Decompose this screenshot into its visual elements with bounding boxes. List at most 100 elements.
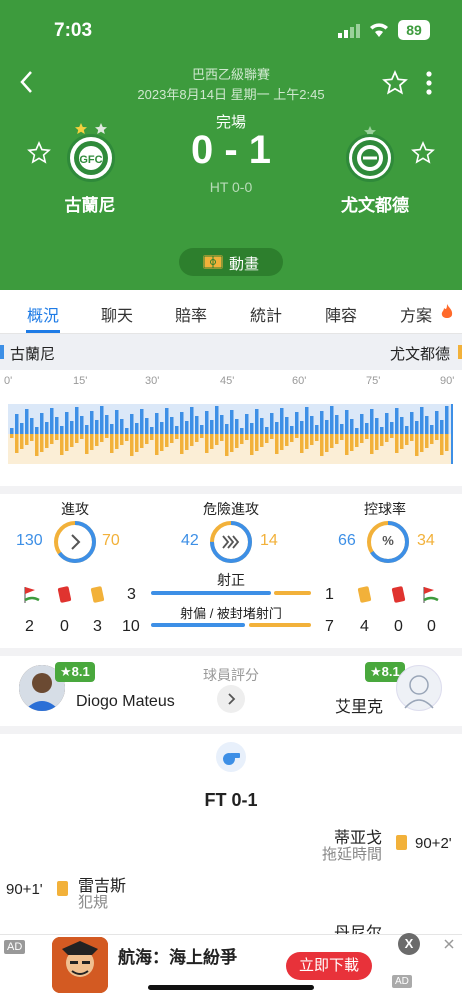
momentum-bar (400, 434, 404, 449)
momentum-bar (185, 421, 189, 434)
momentum-bar (135, 434, 139, 452)
momentum-bar (230, 410, 234, 434)
final-score-marker: FT 0-1 (204, 790, 258, 810)
more-menu-icon[interactable] (424, 70, 434, 96)
momentum-bar (95, 434, 99, 446)
momentum-bar (115, 410, 119, 434)
shots-off-home: 10 (122, 618, 140, 635)
momentum-bar (280, 434, 284, 450)
stats-card: 進攻 危險進攻 控球率 130 70 42 14 66 % 34 3 射正 1 … (0, 494, 462, 648)
momentum-bar (65, 412, 69, 434)
animation-button[interactable]: 動畫 (179, 248, 283, 276)
home-team-name[interactable]: 古蘭尼 (40, 191, 140, 216)
momentum-bar (130, 434, 134, 456)
away-team-name[interactable]: 尤文都德 (320, 191, 430, 216)
momentum-bar (40, 434, 44, 452)
away-team-logo[interactable] (346, 134, 394, 182)
momentum-bar (225, 424, 229, 434)
momentum-bar (275, 434, 279, 454)
player-rating-card[interactable]: ★8.1 Diogo Mateus 球員評分 艾里克 ★8.1 (0, 656, 462, 726)
ad-app-icon[interactable] (52, 937, 108, 993)
momentum-bar (425, 416, 429, 434)
ad-download-button[interactable]: 立即下載 (286, 952, 372, 980)
momentum-bar (255, 434, 259, 451)
event-detail: 拖延時間 (321, 846, 382, 863)
momentum-bar (250, 423, 254, 434)
momentum-bar (35, 434, 39, 456)
home-follow-star-icon[interactable] (27, 141, 51, 165)
momentum-bar (405, 434, 409, 445)
momentum-bar (220, 415, 224, 434)
momentum-bar (50, 434, 54, 444)
momentum-bar (410, 412, 414, 434)
momentum-bar (395, 408, 399, 434)
momentum-bar (380, 434, 384, 446)
away-corners: 0 (427, 618, 436, 635)
momentum-bar (260, 418, 264, 434)
ad-tag: AD (4, 940, 26, 954)
momentum-bar (205, 411, 209, 434)
shots-on-target-label: 射正 (217, 572, 245, 588)
away-player-avatar (396, 665, 442, 711)
tab-lineup[interactable]: 陣容 (325, 302, 357, 326)
minute-tick: 45' (220, 375, 235, 387)
attack-label: 進攻 (61, 501, 89, 517)
tab-bar: 概況 聊天 賠率 統計 陣容 方案 (0, 290, 462, 334)
momentum-bar (275, 422, 279, 434)
away-player-name[interactable]: 艾里克 (335, 693, 383, 717)
momentum-bar (315, 425, 319, 434)
momentum-bar (435, 434, 439, 440)
yellow-card-icon (357, 586, 372, 603)
momentum-bar (400, 417, 404, 434)
minute-tick: 60' (292, 375, 307, 387)
away-follow-star-icon[interactable] (411, 141, 435, 165)
momentum-bar (175, 434, 179, 439)
tab-plans[interactable]: 方案 (400, 302, 432, 326)
home-player-name[interactable]: Diogo Mateus (76, 693, 175, 711)
momentum-bar (295, 434, 299, 438)
away-red-cards: 0 (394, 618, 403, 635)
momentum-bar (10, 434, 14, 438)
home-share-bar (151, 591, 271, 595)
tab-chat[interactable]: 聊天 (101, 302, 133, 326)
home-team-logo[interactable]: GFC (67, 134, 115, 182)
momentum-card: 古蘭尼 尤文都德 0' 15' 30' 45' 60' 75' 90' (0, 334, 462, 486)
momentum-bar (440, 420, 444, 434)
ad-close-button[interactable]: X (398, 933, 420, 955)
ad-dismiss-icon[interactable] (442, 937, 456, 951)
momentum-bar (325, 434, 329, 452)
home-yellow-cards: 3 (93, 618, 102, 635)
momentum-bar (125, 434, 129, 441)
momentum-bar (345, 410, 349, 434)
momentum-bar (215, 434, 219, 445)
momentum-bar (105, 415, 109, 434)
favorite-star-icon[interactable] (382, 70, 408, 96)
ad-banner[interactable]: AD 航海：海上紛爭 立即下載 X AD (0, 933, 462, 1000)
momentum-bar (100, 434, 104, 442)
tab-stats[interactable]: 統計 (250, 302, 282, 326)
momentum-bar (85, 425, 89, 434)
momentum-bar (300, 421, 304, 434)
momentum-bar (235, 434, 239, 448)
momentum-bar (40, 413, 44, 434)
percent-icon: % (382, 533, 394, 548)
momentum-bar (165, 434, 169, 447)
status-time: 7:03 (54, 20, 93, 41)
momentum-bar (80, 416, 84, 434)
possession-ring: % (366, 520, 410, 564)
momentum-bar (420, 407, 424, 434)
momentum-bar (420, 434, 424, 452)
momentum-bar (70, 434, 74, 447)
momentum-bar (265, 427, 269, 434)
ad-title[interactable]: 航海：海上紛爭 (118, 943, 237, 968)
tab-overview[interactable]: 概況 (27, 302, 59, 326)
momentum-bar (210, 434, 214, 449)
tab-odds[interactable]: 賠率 (175, 302, 207, 326)
momentum-bar (300, 434, 304, 453)
player-rating-title: 球員評分 (203, 667, 259, 683)
chevron-right-icon[interactable] (217, 685, 245, 713)
shots-off-label: 射偏 / 被封堵射门 (180, 606, 282, 621)
momentum-bar (25, 409, 29, 434)
fire-icon (440, 303, 454, 321)
momentum-bar (435, 411, 439, 434)
